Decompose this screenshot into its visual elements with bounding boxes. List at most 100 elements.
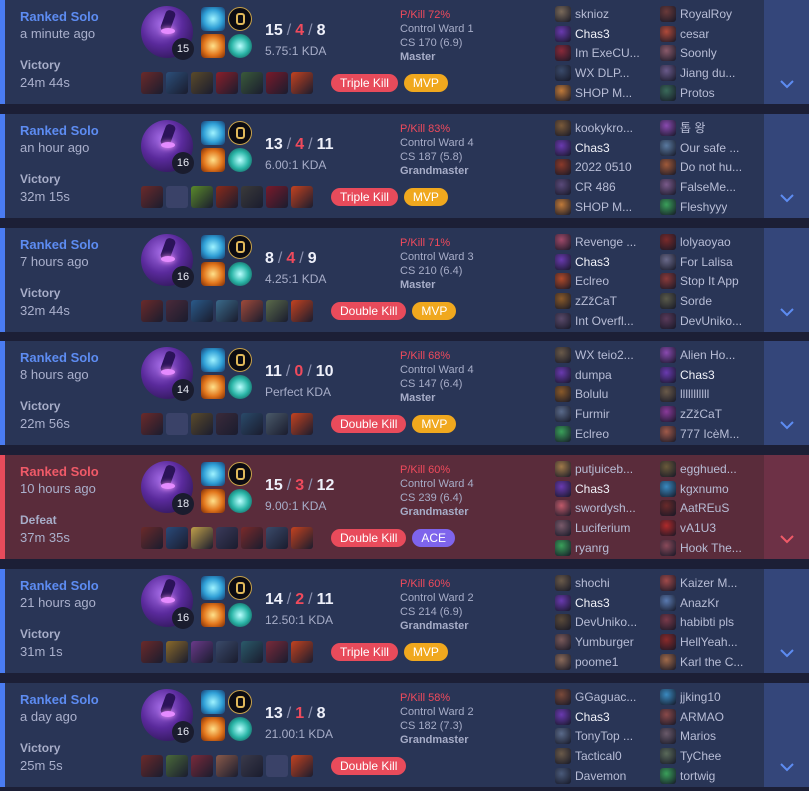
player-entry[interactable]: FalseMe... — [660, 177, 760, 197]
ignite-icon[interactable] — [201, 34, 225, 58]
summoner-name[interactable]: SHOP M... — [575, 200, 632, 214]
item-icon[interactable] — [166, 527, 188, 549]
item-icon[interactable] — [266, 186, 288, 208]
item-icon[interactable] — [291, 186, 313, 208]
player-entry[interactable]: kookykro... — [555, 118, 655, 138]
player-entry[interactable]: shochi — [555, 573, 655, 593]
player-entry[interactable]: Soonly — [660, 44, 760, 64]
keystone-rune-icon[interactable] — [228, 348, 252, 372]
ignite-icon[interactable] — [201, 148, 225, 172]
summoner-name[interactable]: ARMAO — [680, 710, 724, 724]
match-card[interactable]: Ranked Solo a day ago Victory 25m 5s 16 … — [0, 683, 809, 787]
summoner-name[interactable]: Stop It App — [680, 274, 739, 288]
player-entry[interactable]: SHOP M... — [555, 197, 655, 217]
summoner-name[interactable]: cesar — [680, 27, 709, 41]
item-icon[interactable] — [166, 755, 188, 777]
summoner-name[interactable]: Chas3 — [575, 141, 610, 155]
item-icon[interactable] — [141, 413, 163, 435]
summoner-name[interactable]: Tactical0 — [575, 749, 622, 763]
summoner-name[interactable]: Chas3 — [575, 482, 610, 496]
player-entry[interactable]: TonyTop ... — [555, 727, 655, 747]
secondary-rune-icon[interactable] — [228, 148, 252, 172]
expand-button[interactable] — [764, 569, 809, 673]
player-entry[interactable]: AnazKr — [660, 593, 760, 613]
summoner-name[interactable]: 2022 0510 — [575, 160, 632, 174]
summoner-name[interactable]: Chas3 — [575, 596, 610, 610]
secondary-rune-icon[interactable] — [228, 34, 252, 58]
player-entry[interactable]: Eclreo — [555, 272, 655, 292]
item-icon[interactable] — [241, 72, 263, 94]
player-entry[interactable]: Furmir — [555, 404, 655, 424]
empty-item-slot[interactable] — [166, 413, 188, 435]
keystone-rune-icon[interactable] — [228, 121, 252, 145]
match-card[interactable]: Ranked Solo a minute ago Victory 24m 44s… — [0, 0, 809, 104]
summoner-name[interactable]: poome1 — [575, 655, 618, 669]
player-entry[interactable]: poome1 — [555, 652, 655, 672]
flash-icon[interactable] — [201, 235, 225, 259]
keystone-rune-icon[interactable] — [228, 7, 252, 31]
flash-icon[interactable] — [201, 121, 225, 145]
item-icon[interactable] — [216, 300, 238, 322]
item-icon[interactable] — [141, 300, 163, 322]
player-entry[interactable]: HellYeah... — [660, 632, 760, 652]
summoner-name[interactable]: Marios — [680, 729, 716, 743]
summoner-name[interactable]: WX teio2... — [575, 348, 634, 362]
summoner-name[interactable]: lolyaoyao — [680, 235, 731, 249]
empty-item-slot[interactable] — [166, 186, 188, 208]
keystone-rune-icon[interactable] — [228, 690, 252, 714]
player-entry[interactable]: Tactical0 — [555, 746, 655, 766]
player-entry[interactable]: Int Overfl... — [555, 311, 655, 331]
summoner-name[interactable]: putjuiceb... — [575, 462, 633, 476]
summoner-name[interactable]: dumpa — [575, 368, 612, 382]
summoner-name[interactable]: Fleshyyy — [680, 200, 727, 214]
summoner-name[interactable]: WX DLP... — [575, 66, 629, 80]
summoner-name[interactable]: FalseMe... — [680, 180, 736, 194]
summoner-name[interactable]: Do not hu... — [680, 160, 742, 174]
summoner-name[interactable]: DevUniko... — [680, 314, 742, 328]
player-entry[interactable]: swordysh... — [555, 499, 655, 519]
summoner-name[interactable]: swordysh... — [575, 501, 636, 515]
player-entry[interactable]: Stop It App — [660, 272, 760, 292]
item-icon[interactable] — [216, 641, 238, 663]
flash-icon[interactable] — [201, 462, 225, 486]
item-icon[interactable] — [191, 641, 213, 663]
flash-icon[interactable] — [201, 348, 225, 372]
item-icon[interactable] — [266, 527, 288, 549]
item-icon[interactable] — [266, 72, 288, 94]
player-entry[interactable]: 톱 왕 — [660, 118, 760, 138]
item-icon[interactable] — [191, 72, 213, 94]
ignite-icon[interactable] — [201, 262, 225, 286]
item-icon[interactable] — [191, 527, 213, 549]
summoner-name[interactable]: Alien Ho... — [680, 348, 735, 362]
item-icon[interactable] — [166, 72, 188, 94]
player-entry[interactable]: zZžCaT — [660, 404, 760, 424]
expand-button[interactable] — [764, 455, 809, 559]
keystone-rune-icon[interactable] — [228, 576, 252, 600]
item-icon[interactable] — [216, 755, 238, 777]
summoner-name[interactable]: SHOP M... — [575, 86, 632, 100]
player-entry[interactable]: Fleshyyy — [660, 197, 760, 217]
player-entry[interactable]: Hook The... — [660, 538, 760, 558]
summoner-name[interactable]: Eclreo — [575, 274, 609, 288]
player-entry[interactable]: Sorde — [660, 291, 760, 311]
summoner-name[interactable]: GGaguac... — [575, 690, 636, 704]
summoner-name[interactable]: Soonly — [680, 46, 717, 60]
keystone-rune-icon[interactable] — [228, 235, 252, 259]
expand-button[interactable] — [764, 114, 809, 218]
summoner-name[interactable]: Our safe ... — [680, 141, 739, 155]
player-entry[interactable]: putjuiceb... — [555, 459, 655, 479]
summoner-name[interactable]: sknioz — [575, 7, 609, 21]
player-entry[interactable]: Karl the C... — [660, 652, 760, 672]
ignite-icon[interactable] — [201, 717, 225, 741]
summoner-name[interactable]: RoyalRoy — [680, 7, 732, 21]
secondary-rune-icon[interactable] — [228, 262, 252, 286]
player-entry[interactable]: Do not hu... — [660, 158, 760, 178]
item-icon[interactable] — [216, 527, 238, 549]
player-entry[interactable]: zZžCaT — [555, 291, 655, 311]
player-entry[interactable]: Chas3 — [555, 593, 655, 613]
summoner-name[interactable]: Protos — [680, 86, 715, 100]
summoner-name[interactable]: kookykro... — [575, 121, 633, 135]
match-card[interactable]: Ranked Solo 8 hours ago Victory 22m 56s … — [0, 341, 809, 445]
summoner-name[interactable]: AatREuS — [680, 501, 729, 515]
item-icon[interactable] — [291, 72, 313, 94]
